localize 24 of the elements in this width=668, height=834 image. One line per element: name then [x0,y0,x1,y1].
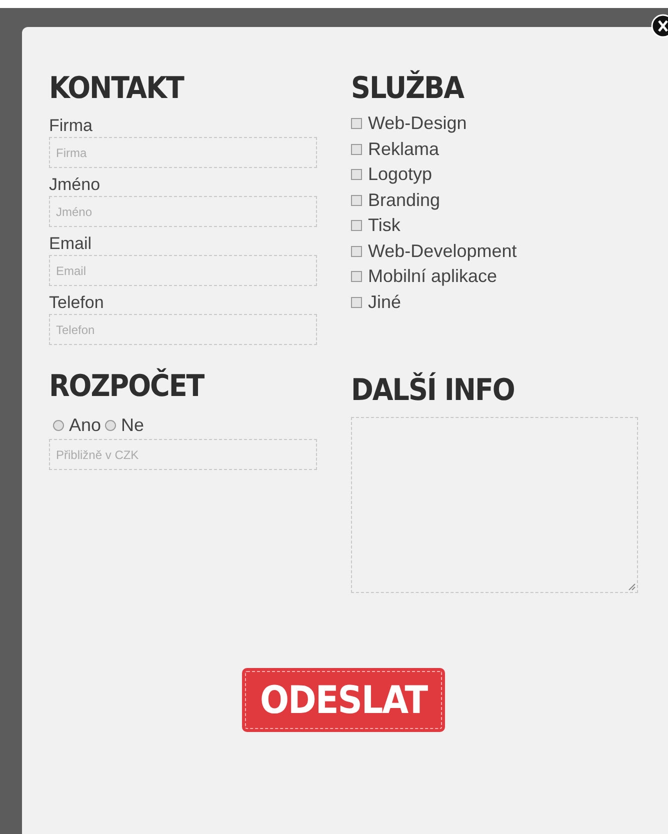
radio-label: Ano [69,414,102,436]
input-field[interactable]: Firma [49,137,317,168]
section-heading: ROZPOČET [49,369,206,405]
section-heading: SLUŽBA [351,71,466,107]
checkbox-label: Tisk [368,215,400,236]
input-field[interactable]: Email [49,255,317,286]
checkbox-label: Logotyp [368,164,432,186]
input-field[interactable]: Přibližně v CZK [49,439,317,470]
checkbox-label: Web-Design [368,113,467,134]
checkbox-label: Mobilní aplikace [368,266,498,288]
radio-label: Ne [121,414,144,436]
field-label: Telefon [49,292,105,314]
submit-button[interactable]: ODESLAT [244,671,442,729]
checkbox-label: Branding [368,190,440,211]
field-label: Jméno [49,174,102,196]
checkbox-label: Reklama [368,138,440,160]
input-field[interactable]: Telefon [49,314,317,345]
section-heading: KONTAKT [49,71,185,107]
section-heading: DALŠÍ INFO [351,373,516,409]
field-label: Firma [49,115,94,137]
field-label: Email [49,233,93,255]
input-field[interactable]: Jméno [49,196,317,227]
checkbox-label: Web-Development [368,240,517,262]
checkbox-label: Jiné [368,292,402,313]
